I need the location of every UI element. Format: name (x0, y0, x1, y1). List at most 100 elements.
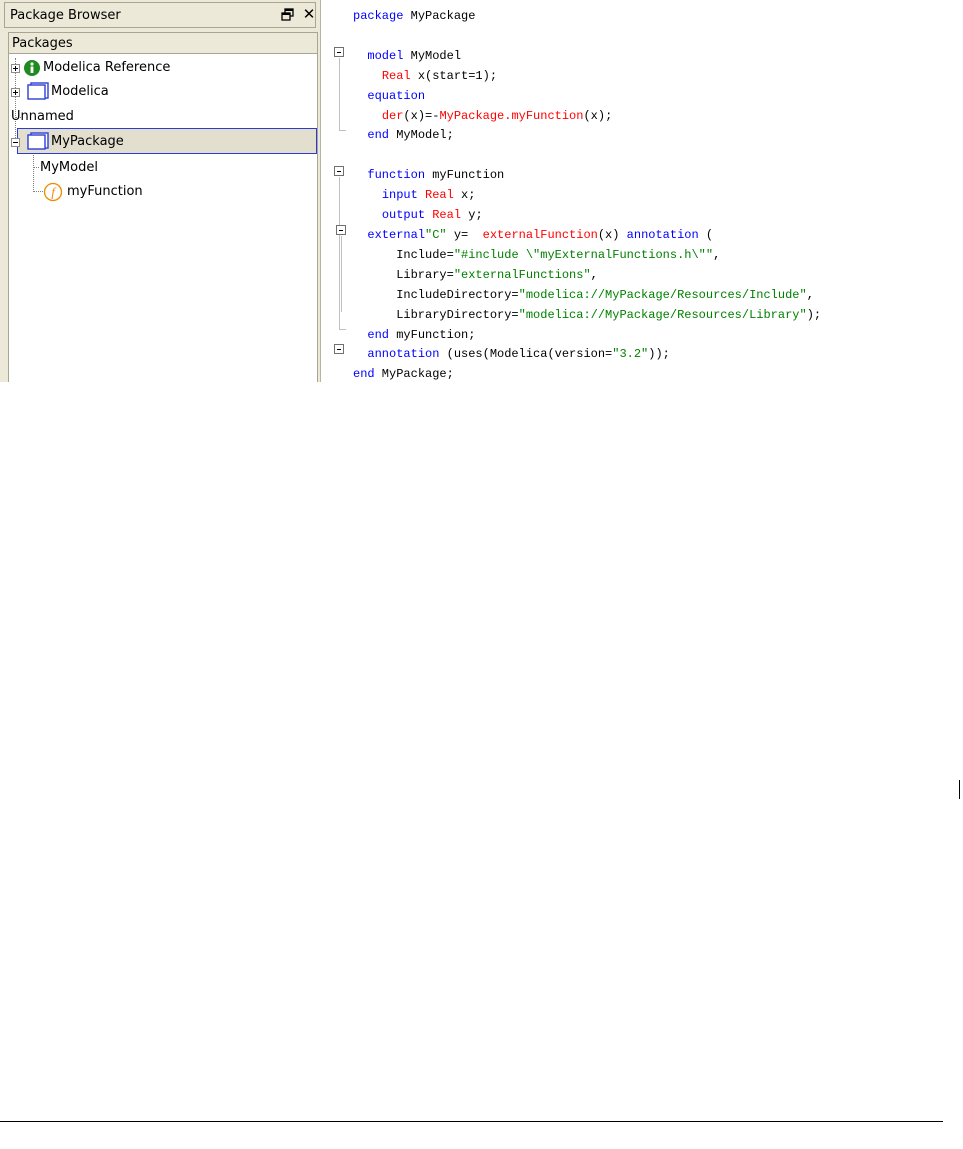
code-token: end (367, 128, 390, 143)
code-token: annotation (626, 227, 699, 242)
expand-icon[interactable] (11, 64, 20, 73)
code-line: input Real x; (353, 186, 821, 206)
code-token: myFunction; (389, 327, 476, 342)
code-token: external (367, 227, 426, 242)
fold-toggle-icon[interactable] (336, 225, 346, 235)
tree-item-modelica-reference[interactable]: Modelica Reference (11, 57, 311, 79)
code-token: "3.2" (612, 347, 649, 362)
code-token: end (353, 367, 375, 382)
code-token: , (590, 267, 598, 282)
code-token: ( (698, 227, 714, 242)
code-line: Include="#include \"myExternalFunctions.… (353, 246, 821, 266)
code-token: model (367, 48, 404, 63)
expand-icon[interactable] (11, 88, 20, 97)
tree-header: Packages (9, 33, 317, 54)
code-token: package (353, 9, 404, 23)
footer-rule (0, 1121, 943, 1122)
fold-guide (339, 329, 346, 330)
code-line: LibraryDirectory="modelica://MyPackage/R… (353, 306, 821, 326)
code-line: output Real y; (353, 206, 821, 226)
tree-item-modelica[interactable]: Modelica (11, 81, 311, 103)
fold-guide (339, 130, 346, 131)
code-token: annotation (367, 347, 440, 362)
code-token: MyPackage.myFunction (439, 108, 584, 123)
code-line: package MyPackage (353, 7, 821, 27)
code-token: LibraryDirectory= (353, 307, 519, 322)
collapse-icon[interactable] (11, 138, 20, 147)
tree-header-label: Packages (12, 36, 73, 51)
code-line: end MyPackage; (353, 365, 821, 385)
code-token: der (381, 108, 404, 123)
tree-item-mymodel[interactable]: MyModel (40, 157, 300, 179)
code-token: equation (367, 88, 426, 103)
code-line: der(x)=-MyPackage.myFunction(x); (353, 107, 821, 127)
fold-guide (341, 236, 342, 312)
code-token: , (713, 247, 721, 262)
code-token: , (806, 287, 814, 302)
code-text[interactable]: package MyPackage model MyModel Real x(s… (353, 7, 821, 385)
restore-icon[interactable] (281, 8, 295, 22)
code-line: equation (353, 87, 821, 107)
code-token: "modelica://MyPackage/Resources/Include" (518, 287, 807, 302)
function-icon: f (43, 182, 63, 202)
package-browser-panel: Package Browser ✕ Packages Modelica Refe… (0, 0, 321, 382)
code-token: Include= (353, 247, 454, 262)
code-line: model MyModel (353, 47, 821, 67)
code-token: Real (432, 208, 462, 223)
code-line: annotation (uses(Modelica(version="3.2")… (353, 345, 821, 365)
code-token: )); (648, 347, 670, 362)
code-token: Real (425, 188, 454, 203)
code-token: "externalFunctions" (453, 267, 591, 282)
panel-titlebar[interactable]: Package Browser ✕ (4, 2, 316, 28)
info-icon (24, 60, 40, 76)
code-token: function (367, 168, 426, 183)
code-token: (uses(Modelica(version= (439, 347, 613, 362)
code-line: Real x(start=1); (353, 67, 821, 87)
code-editor[interactable]: package MyPackage model MyModel Real x(s… (321, 0, 963, 382)
fold-toggle-icon[interactable] (334, 344, 344, 354)
code-token: (x); (583, 108, 613, 123)
code-token: x; (453, 188, 476, 203)
code-token: Library= (353, 267, 454, 282)
code-token: y= (446, 227, 483, 242)
code-token: (x)=- (403, 108, 440, 123)
tree-item-mypackage[interactable]: MyPackage (11, 131, 311, 153)
code-line: function myFunction (353, 166, 821, 186)
tree-line (33, 167, 39, 168)
fold-toggle-icon[interactable] (334, 166, 344, 176)
package-icon (27, 132, 49, 150)
code-token: "C" (425, 227, 447, 242)
code-token: input (381, 188, 418, 203)
code-token: MyModel; (389, 128, 454, 143)
code-token: "#include \"myExternalFunctions.h\"" (453, 247, 714, 262)
tree-item-unnamed[interactable]: Unnamed (11, 106, 311, 128)
text-cursor (959, 780, 960, 799)
code-line: end MyModel; (353, 126, 821, 146)
close-icon[interactable]: ✕ (301, 6, 317, 22)
code-token: externalFunction (482, 227, 598, 242)
code-token: MyPackage (403, 9, 476, 23)
fold-guide (339, 58, 340, 130)
code-line: Library="externalFunctions", (353, 266, 821, 286)
code-token: IncludeDirectory= (353, 287, 519, 302)
tree-item-myfunction[interactable]: f myFunction (40, 181, 300, 203)
panel-title: Package Browser (10, 8, 121, 23)
code-token: MyPackage; (374, 367, 454, 382)
code-token: ); (806, 307, 822, 322)
code-token: "modelica://MyPackage/Resources/Library" (518, 307, 807, 322)
fold-toggle-icon[interactable] (334, 47, 344, 57)
code-line: IncludeDirectory="modelica://MyPackage/R… (353, 286, 821, 306)
fold-guide (339, 177, 340, 329)
code-token: output (381, 208, 426, 223)
tree-line (33, 152, 34, 192)
